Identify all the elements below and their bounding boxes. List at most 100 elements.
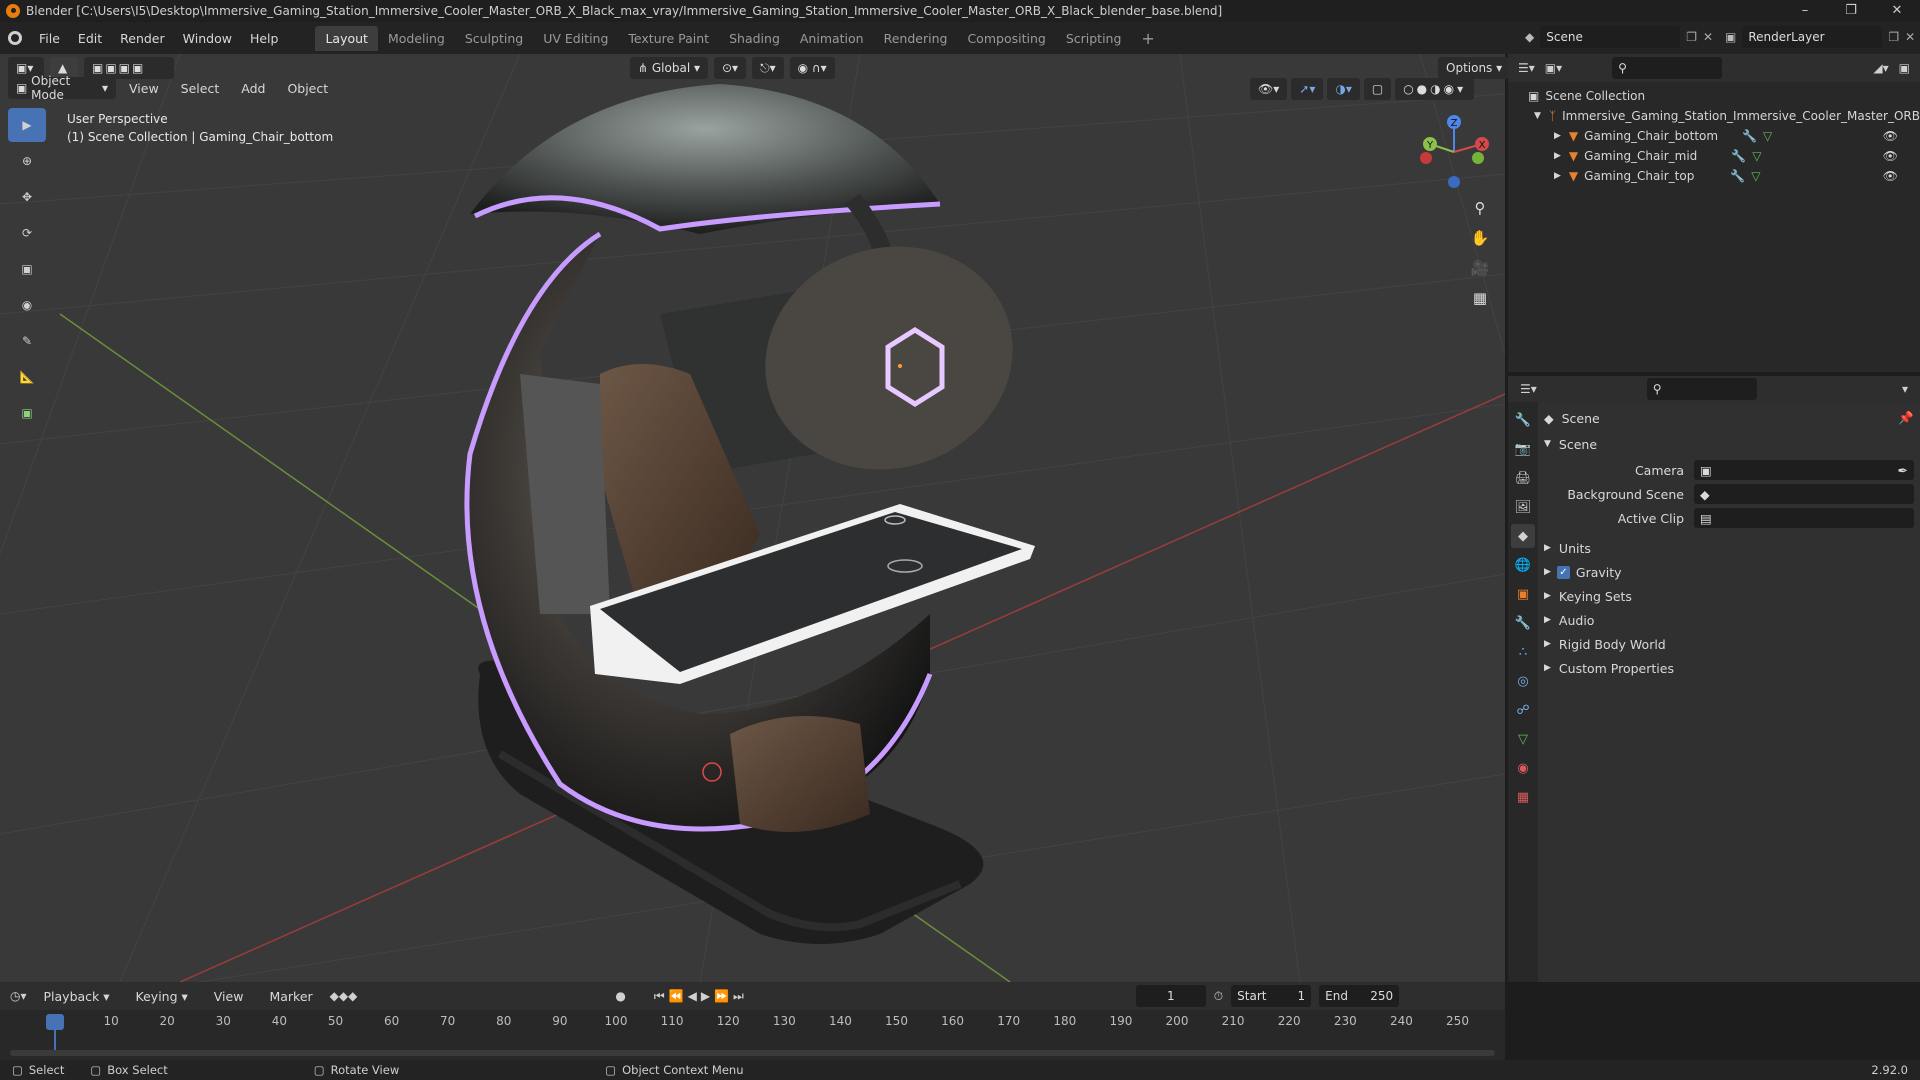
overlay-toggle-icon[interactable]: ◑▾: [1327, 78, 1360, 100]
active-clip-field[interactable]: ▤: [1694, 508, 1914, 528]
3d-viewport[interactable]: [0, 54, 1505, 982]
move-tool-icon[interactable]: ✥: [8, 180, 46, 214]
outliner-editor-icon[interactable]: ☰▾: [1518, 61, 1535, 75]
renderlayer-field[interactable]: RenderLayer: [1742, 26, 1883, 48]
measure-tool-icon[interactable]: 📐: [8, 360, 46, 394]
tab-compositing[interactable]: Compositing: [957, 26, 1055, 51]
background-scene-field[interactable]: ◆: [1694, 484, 1914, 504]
rigid-body-world-panel-header[interactable]: ▶ Rigid Body World: [1544, 632, 1914, 656]
viewport-menu-select[interactable]: Select: [172, 81, 229, 96]
renderlayer-icon[interactable]: ▣: [1725, 30, 1736, 44]
expand-arrow-icon[interactable]: ▶: [1554, 151, 1561, 161]
constraints-tab-icon[interactable]: ☍: [1511, 698, 1535, 722]
data-tab-icon[interactable]: ▽: [1511, 727, 1535, 751]
collapse-arrow-icon[interactable]: ▼: [1534, 111, 1541, 121]
object-tab-icon[interactable]: ▣: [1511, 582, 1535, 606]
scene-field[interactable]: Scene: [1540, 26, 1681, 48]
gravity-panel-header[interactable]: ▶ ✓ Gravity: [1544, 560, 1914, 584]
restore-icon[interactable]: ❐: [1828, 0, 1874, 22]
tab-texture-paint[interactable]: Texture Paint: [618, 26, 719, 51]
visibility-eye-icon[interactable]: 👁: [1883, 149, 1898, 163]
tab-scripting[interactable]: Scripting: [1056, 26, 1132, 51]
minimize-icon[interactable]: –: [1782, 0, 1828, 22]
world-tab-icon[interactable]: 🌐: [1511, 553, 1535, 577]
playhead[interactable]: [46, 1014, 64, 1030]
menu-file[interactable]: File: [30, 31, 69, 46]
visibility-eye-icon[interactable]: 👁: [1883, 129, 1898, 143]
tool-tab-icon[interactable]: 🔧: [1511, 408, 1535, 432]
new-collection-icon[interactable]: ▣: [1899, 61, 1910, 75]
annotate-tool-icon[interactable]: ✎: [8, 324, 46, 358]
snap-icon[interactable]: ⎋▾: [752, 57, 784, 79]
pin-icon[interactable]: 📌: [1898, 410, 1914, 426]
modifier-wrench-icon[interactable]: 🔧: [1730, 169, 1745, 183]
mesh-data-icon[interactable]: ▽: [1752, 149, 1761, 163]
menu-edit[interactable]: Edit: [69, 31, 111, 46]
select-box-tool-icon[interactable]: ▶: [8, 108, 46, 142]
delete-scene-icon[interactable]: ✕: [1703, 30, 1713, 44]
transform-tool-icon[interactable]: ◉: [8, 288, 46, 322]
add-cube-tool-icon[interactable]: ▣: [8, 396, 46, 430]
xray-toggle-icon[interactable]: ▢: [1363, 78, 1392, 100]
camera-field[interactable]: ▣ ✒: [1694, 460, 1914, 480]
outliner-search-input[interactable]: ⚲: [1612, 57, 1723, 79]
new-renderlayer-icon[interactable]: ❐: [1888, 30, 1899, 44]
add-workspace-icon[interactable]: +: [1131, 24, 1164, 53]
gravity-checkbox[interactable]: ✓: [1556, 565, 1570, 579]
scene-panel-header[interactable]: ▼ Scene: [1544, 432, 1914, 456]
viewport-menu-add[interactable]: Add: [232, 81, 274, 96]
scene-icon[interactable]: ◆: [1525, 30, 1534, 44]
custom-properties-panel-header[interactable]: ▶ Custom Properties: [1544, 656, 1914, 680]
blender-menu-icon[interactable]: [0, 31, 30, 45]
zoom-icon[interactable]: ⚲: [1468, 196, 1492, 220]
gizmo-toggle-icon[interactable]: ➚▾: [1291, 78, 1324, 100]
cursor-tool-icon[interactable]: ⊕: [8, 144, 46, 178]
expand-arrow-icon[interactable]: ▶: [1554, 171, 1561, 181]
camera-view-icon[interactable]: 🎥: [1468, 256, 1492, 280]
view-layer-tab-icon[interactable]: 🖼: [1511, 495, 1535, 519]
rotate-tool-icon[interactable]: ⟳: [8, 216, 46, 250]
eyedropper-icon[interactable]: ✒: [1898, 463, 1908, 478]
pivot-point-icon[interactable]: ⊙▾: [714, 57, 747, 79]
timeline-scrollbar[interactable]: [10, 1050, 1495, 1056]
texture-tab-icon[interactable]: ▦: [1511, 785, 1535, 809]
scene-tab-icon[interactable]: ◆: [1511, 524, 1535, 548]
material-tab-icon[interactable]: ◉: [1511, 756, 1535, 780]
options-dropdown[interactable]: Options ▾: [1438, 57, 1511, 79]
viewport-menu-view[interactable]: View: [120, 81, 168, 96]
tab-rendering[interactable]: Rendering: [874, 26, 958, 51]
outliner-display-mode-icon[interactable]: ▣▾: [1545, 61, 1562, 75]
particles-tab-icon[interactable]: ∴: [1511, 640, 1535, 664]
modifier-wrench-icon[interactable]: 🔧: [1742, 129, 1757, 143]
delete-renderlayer-icon[interactable]: ✕: [1905, 30, 1915, 44]
menu-help[interactable]: Help: [241, 31, 288, 46]
transform-orientation-dropdown[interactable]: ⋔ Global ▾: [630, 57, 708, 79]
menu-render[interactable]: Render: [111, 31, 174, 46]
keying-sets-panel-header[interactable]: ▶ Keying Sets: [1544, 584, 1914, 608]
properties-options-icon[interactable]: ▾: [1902, 382, 1908, 396]
frame-ruler[interactable]: 1102030405060708090100110120130140150160…: [0, 982, 1505, 1060]
output-tab-icon[interactable]: 🖨: [1511, 466, 1535, 490]
properties-editor-icon[interactable]: ☰▾: [1520, 382, 1537, 396]
outliner-scene-collection[interactable]: ▣ Scene Collection: [1528, 86, 1920, 106]
tab-sculpting[interactable]: Sculpting: [455, 26, 533, 51]
outliner-object-row[interactable]: ▶ ▼ Gaming_Chair_bottom 🔧 ▽ 👁: [1528, 126, 1920, 146]
outliner-collection-row[interactable]: ▼ ᛉ Immersive_Gaming_Station_Immersive_C…: [1528, 106, 1920, 126]
mesh-data-icon[interactable]: ▽: [1751, 169, 1760, 183]
pan-hand-icon[interactable]: ✋: [1468, 226, 1492, 250]
mesh-data-icon[interactable]: ▽: [1763, 129, 1772, 143]
units-panel-header[interactable]: ▶ Units: [1544, 536, 1914, 560]
tab-shading[interactable]: Shading: [719, 26, 790, 51]
menu-window[interactable]: Window: [174, 31, 241, 46]
proportional-edit-icon[interactable]: ◉ ∩▾: [789, 57, 835, 79]
visibility-eye-icon[interactable]: 👁: [1883, 169, 1898, 183]
properties-search-input[interactable]: ⚲: [1646, 378, 1757, 400]
close-icon[interactable]: ✕: [1874, 0, 1920, 22]
scale-tool-icon[interactable]: ▣: [8, 252, 46, 286]
viewport-menu-object[interactable]: Object: [278, 81, 337, 96]
filter-icon[interactable]: ◢▾: [1873, 61, 1888, 75]
new-scene-icon[interactable]: ❐: [1686, 30, 1697, 44]
visibility-icon[interactable]: 👁▾: [1250, 78, 1288, 100]
tab-uv-editing[interactable]: UV Editing: [533, 26, 618, 51]
expand-arrow-icon[interactable]: ▶: [1554, 131, 1561, 141]
